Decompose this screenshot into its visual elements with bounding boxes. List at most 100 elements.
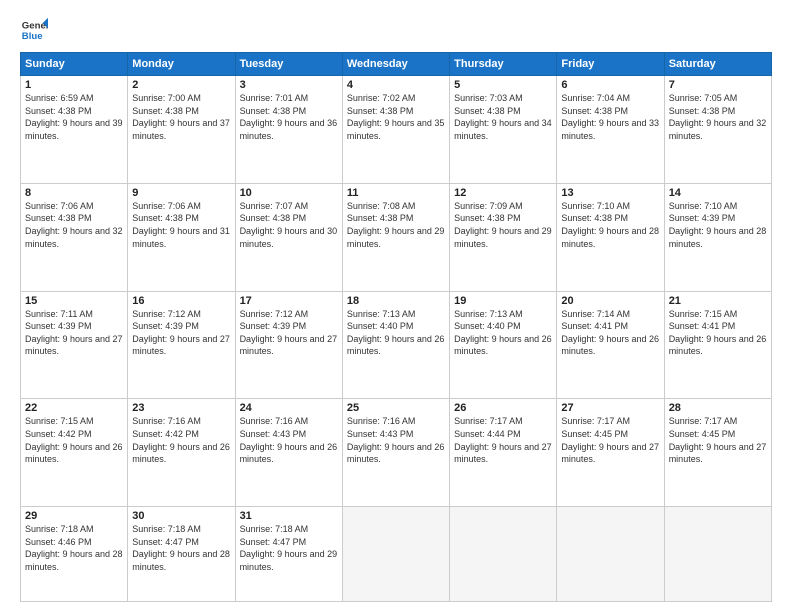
calendar-cell: 2 Sunrise: 7:00 AM Sunset: 4:38 PM Dayli… (128, 76, 235, 184)
calendar-cell: 17 Sunrise: 7:12 AM Sunset: 4:39 PM Dayl… (235, 291, 342, 399)
calendar-cell: 23 Sunrise: 7:16 AM Sunset: 4:42 PM Dayl… (128, 399, 235, 507)
day-info: Sunrise: 7:07 AM Sunset: 4:38 PM Dayligh… (240, 200, 338, 250)
calendar-cell: 16 Sunrise: 7:12 AM Sunset: 4:39 PM Dayl… (128, 291, 235, 399)
day-number: 16 (132, 295, 230, 307)
day-info: Sunrise: 7:17 AM Sunset: 4:45 PM Dayligh… (561, 415, 659, 465)
calendar-cell: 12 Sunrise: 7:09 AM Sunset: 4:38 PM Dayl… (450, 183, 557, 291)
day-number: 21 (669, 295, 767, 307)
daylight-label: Daylight: 9 hours and 26 minutes. (454, 334, 552, 357)
day-info: Sunrise: 7:00 AM Sunset: 4:38 PM Dayligh… (132, 92, 230, 142)
daylight-label: Daylight: 9 hours and 26 minutes. (347, 334, 445, 357)
day-info: Sunrise: 7:08 AM Sunset: 4:38 PM Dayligh… (347, 200, 445, 250)
day-info: Sunrise: 7:14 AM Sunset: 4:41 PM Dayligh… (561, 308, 659, 358)
day-info: Sunrise: 7:17 AM Sunset: 4:44 PM Dayligh… (454, 415, 552, 465)
sunset-label: Sunset: 4:41 PM (561, 321, 628, 331)
day-info: Sunrise: 7:12 AM Sunset: 4:39 PM Dayligh… (132, 308, 230, 358)
col-header-friday: Friday (557, 53, 664, 76)
sunrise-label: Sunrise: 7:16 AM (240, 416, 309, 426)
calendar-cell: 13 Sunrise: 7:10 AM Sunset: 4:38 PM Dayl… (557, 183, 664, 291)
sunrise-label: Sunrise: 7:01 AM (240, 93, 309, 103)
day-number: 28 (669, 402, 767, 414)
day-info: Sunrise: 7:11 AM Sunset: 4:39 PM Dayligh… (25, 308, 123, 358)
daylight-label: Daylight: 9 hours and 26 minutes. (25, 442, 123, 465)
day-number: 12 (454, 187, 552, 199)
sunrise-label: Sunrise: 7:12 AM (132, 309, 201, 319)
sunset-label: Sunset: 4:39 PM (25, 321, 92, 331)
sunset-label: Sunset: 4:38 PM (561, 106, 628, 116)
daylight-label: Daylight: 9 hours and 28 minutes. (25, 549, 123, 572)
day-info: Sunrise: 7:10 AM Sunset: 4:38 PM Dayligh… (561, 200, 659, 250)
sunset-label: Sunset: 4:38 PM (454, 213, 521, 223)
col-header-wednesday: Wednesday (342, 53, 449, 76)
sunrise-label: Sunrise: 7:03 AM (454, 93, 523, 103)
daylight-label: Daylight: 9 hours and 27 minutes. (669, 442, 767, 465)
daylight-label: Daylight: 9 hours and 26 minutes. (240, 442, 338, 465)
day-info: Sunrise: 7:06 AM Sunset: 4:38 PM Dayligh… (25, 200, 123, 250)
daylight-label: Daylight: 9 hours and 30 minutes. (240, 226, 338, 249)
daylight-label: Daylight: 9 hours and 36 minutes. (240, 118, 338, 141)
calendar-cell: 5 Sunrise: 7:03 AM Sunset: 4:38 PM Dayli… (450, 76, 557, 184)
sunrise-label: Sunrise: 7:04 AM (561, 93, 630, 103)
calendar-cell: 24 Sunrise: 7:16 AM Sunset: 4:43 PM Dayl… (235, 399, 342, 507)
col-header-sunday: Sunday (21, 53, 128, 76)
sunrise-label: Sunrise: 7:15 AM (669, 309, 738, 319)
logo: General Blue (20, 16, 48, 44)
week-row-3: 15 Sunrise: 7:11 AM Sunset: 4:39 PM Dayl… (21, 291, 772, 399)
sunset-label: Sunset: 4:38 PM (454, 106, 521, 116)
daylight-label: Daylight: 9 hours and 28 minutes. (669, 226, 767, 249)
day-info: Sunrise: 7:12 AM Sunset: 4:39 PM Dayligh… (240, 308, 338, 358)
day-info: Sunrise: 7:17 AM Sunset: 4:45 PM Dayligh… (669, 415, 767, 465)
day-info: Sunrise: 7:16 AM Sunset: 4:42 PM Dayligh… (132, 415, 230, 465)
sunrise-label: Sunrise: 7:16 AM (132, 416, 201, 426)
daylight-label: Daylight: 9 hours and 26 minutes. (561, 334, 659, 357)
header: General Blue (20, 16, 772, 44)
day-info: Sunrise: 7:16 AM Sunset: 4:43 PM Dayligh… (347, 415, 445, 465)
sunrise-label: Sunrise: 7:00 AM (132, 93, 201, 103)
day-info: Sunrise: 7:13 AM Sunset: 4:40 PM Dayligh… (454, 308, 552, 358)
day-info: Sunrise: 7:04 AM Sunset: 4:38 PM Dayligh… (561, 92, 659, 142)
day-number: 5 (454, 79, 552, 91)
daylight-label: Daylight: 9 hours and 27 minutes. (454, 442, 552, 465)
daylight-label: Daylight: 9 hours and 29 minutes. (454, 226, 552, 249)
week-row-5: 29 Sunrise: 7:18 AM Sunset: 4:46 PM Dayl… (21, 507, 772, 602)
calendar-cell: 26 Sunrise: 7:17 AM Sunset: 4:44 PM Dayl… (450, 399, 557, 507)
sunrise-label: Sunrise: 7:05 AM (669, 93, 738, 103)
sunrise-label: Sunrise: 7:18 AM (240, 524, 309, 534)
day-number: 23 (132, 402, 230, 414)
day-number: 19 (454, 295, 552, 307)
daylight-label: Daylight: 9 hours and 39 minutes. (25, 118, 123, 141)
daylight-label: Daylight: 9 hours and 29 minutes. (347, 226, 445, 249)
sunset-label: Sunset: 4:45 PM (669, 429, 736, 439)
daylight-label: Daylight: 9 hours and 33 minutes. (561, 118, 659, 141)
sunset-label: Sunset: 4:43 PM (347, 429, 414, 439)
day-info: Sunrise: 7:15 AM Sunset: 4:42 PM Dayligh… (25, 415, 123, 465)
calendar-cell (557, 507, 664, 602)
day-number: 7 (669, 79, 767, 91)
week-row-2: 8 Sunrise: 7:06 AM Sunset: 4:38 PM Dayli… (21, 183, 772, 291)
day-number: 3 (240, 79, 338, 91)
page: General Blue SundayMondayTuesdayWednesda… (0, 0, 792, 612)
calendar-cell (342, 507, 449, 602)
day-info: Sunrise: 7:03 AM Sunset: 4:38 PM Dayligh… (454, 92, 552, 142)
daylight-label: Daylight: 9 hours and 34 minutes. (454, 118, 552, 141)
day-number: 13 (561, 187, 659, 199)
sunrise-label: Sunrise: 7:12 AM (240, 309, 309, 319)
sunrise-label: Sunrise: 7:17 AM (669, 416, 738, 426)
day-info: Sunrise: 7:01 AM Sunset: 4:38 PM Dayligh… (240, 92, 338, 142)
sunset-label: Sunset: 4:43 PM (240, 429, 307, 439)
sunset-label: Sunset: 4:39 PM (132, 321, 199, 331)
daylight-label: Daylight: 9 hours and 28 minutes. (561, 226, 659, 249)
calendar-cell: 10 Sunrise: 7:07 AM Sunset: 4:38 PM Dayl… (235, 183, 342, 291)
day-info: Sunrise: 7:18 AM Sunset: 4:47 PM Dayligh… (132, 523, 230, 573)
col-header-monday: Monday (128, 53, 235, 76)
calendar-cell: 3 Sunrise: 7:01 AM Sunset: 4:38 PM Dayli… (235, 76, 342, 184)
col-header-saturday: Saturday (664, 53, 771, 76)
calendar-cell: 9 Sunrise: 7:06 AM Sunset: 4:38 PM Dayli… (128, 183, 235, 291)
sunrise-label: Sunrise: 7:02 AM (347, 93, 416, 103)
calendar-cell: 20 Sunrise: 7:14 AM Sunset: 4:41 PM Dayl… (557, 291, 664, 399)
sunrise-label: Sunrise: 7:14 AM (561, 309, 630, 319)
daylight-label: Daylight: 9 hours and 26 minutes. (669, 334, 767, 357)
day-number: 31 (240, 510, 338, 522)
calendar-cell: 29 Sunrise: 7:18 AM Sunset: 4:46 PM Dayl… (21, 507, 128, 602)
sunrise-label: Sunrise: 7:06 AM (132, 201, 201, 211)
